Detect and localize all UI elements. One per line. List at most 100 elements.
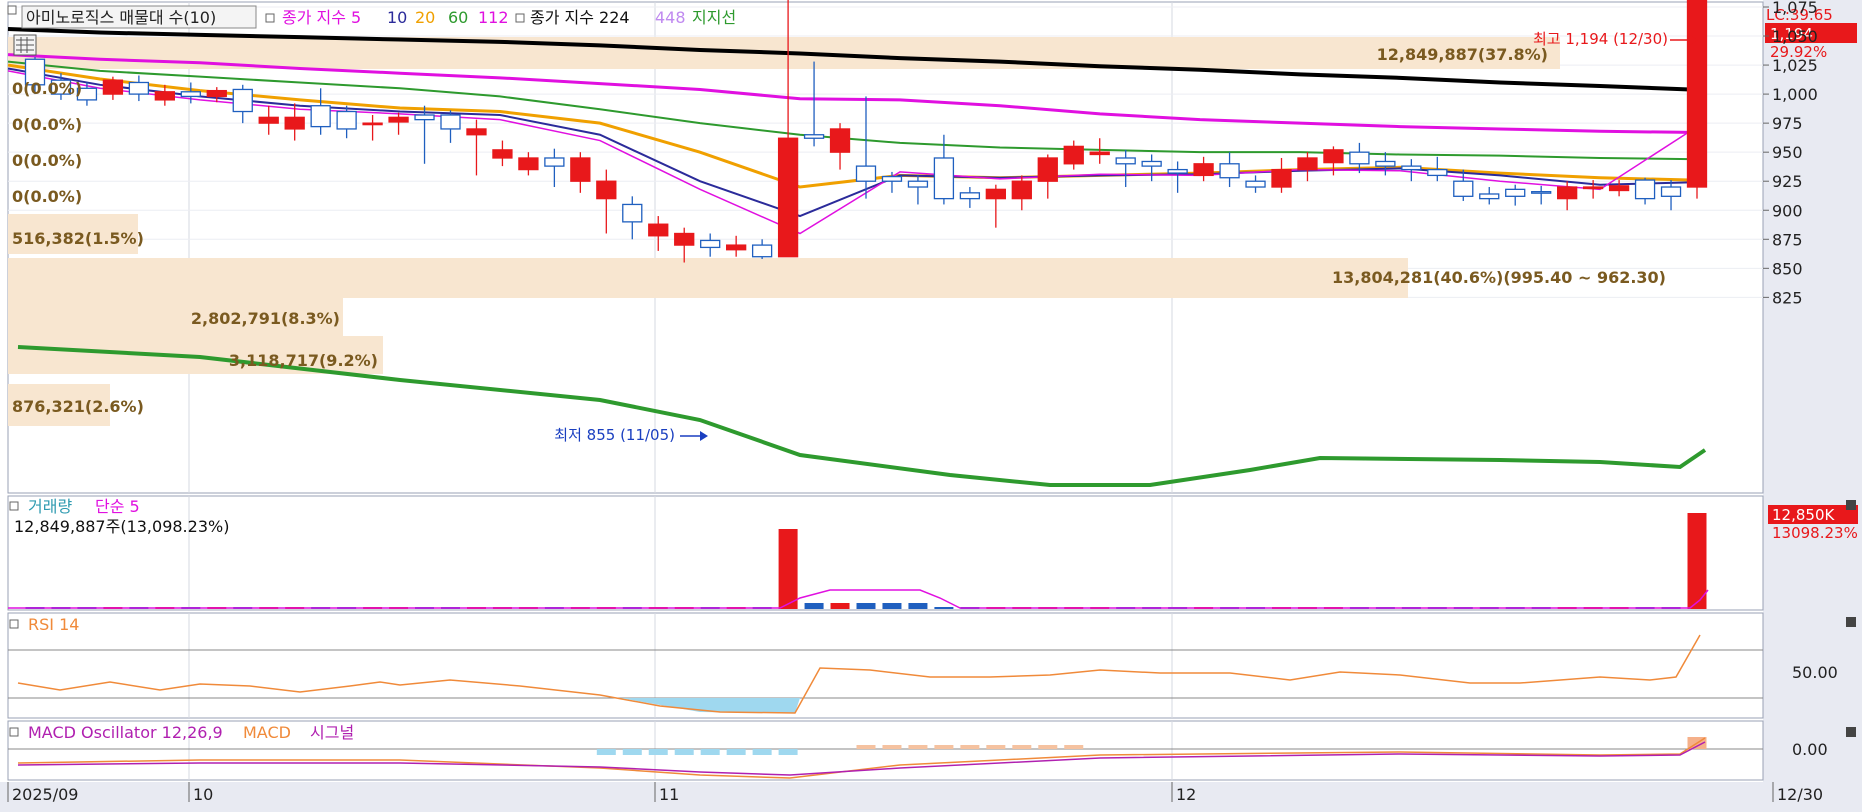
candlestick[interactable] <box>1141 160 1162 167</box>
price-tick-label: 1,075 <box>1772 0 1818 17</box>
candlestick[interactable] <box>985 188 1006 200</box>
close-pane-icon[interactable] <box>1846 617 1856 627</box>
candlestick[interactable] <box>1063 145 1084 165</box>
candlestick[interactable] <box>1660 186 1682 197</box>
candlestick[interactable] <box>1219 163 1240 179</box>
ma448-legend-label: 448 <box>655 8 686 27</box>
candlestick[interactable] <box>1193 163 1214 177</box>
candlestick[interactable] <box>1427 168 1448 177</box>
candlestick[interactable] <box>1375 160 1396 167</box>
candlestick[interactable] <box>466 128 487 136</box>
candlestick[interactable] <box>128 81 150 95</box>
ma-period-label: 10 <box>387 8 407 27</box>
volume-profile-label: 13,804,281(40.6%)(995.40 ~ 962.30) <box>1332 268 1666 287</box>
candlestick[interactable] <box>777 137 799 258</box>
close-pane-icon[interactable] <box>1846 727 1856 737</box>
candlestick[interactable] <box>180 91 201 98</box>
volume-value: 12,849,887주(13,098.23%) <box>14 517 229 536</box>
candlestick[interactable] <box>933 157 955 200</box>
stock-chart[interactable]: 12,849,887(37.8%) 0(0.0%) 0(0.0%) 0(0.0%) 0(… <box>0 0 1862 812</box>
candlestick[interactable] <box>1115 157 1136 165</box>
legend-marker-icon <box>9 619 19 629</box>
candlestick[interactable] <box>1349 151 1370 165</box>
candlestick[interactable] <box>1297 157 1318 171</box>
volume-bar[interactable] <box>804 603 824 609</box>
volume-profile-label: 876,321(2.6%) <box>12 397 144 416</box>
price-tick-label: 950 <box>1772 143 1803 162</box>
candlestick[interactable] <box>1608 185 1630 192</box>
rsi-legend-name: RSI 14 <box>28 615 79 634</box>
volume-profile-label: 0(0.0%) <box>12 79 82 98</box>
price-tick-label: 1,000 <box>1772 85 1818 104</box>
macd-osc-bar <box>648 749 668 755</box>
volume-axis-value: 12,850K <box>1772 506 1835 524</box>
candlestick[interactable] <box>1557 186 1578 200</box>
macd-osc-bar <box>908 745 928 749</box>
candlestick[interactable] <box>674 232 695 246</box>
macd-legend-signal: 시그널 <box>310 723 354 742</box>
volume-bar[interactable] <box>830 603 850 609</box>
candlestick[interactable] <box>310 105 331 128</box>
candlestick[interactable] <box>544 157 565 167</box>
candlestick[interactable] <box>1271 168 1292 188</box>
candlestick[interactable] <box>829 128 851 153</box>
candlestick[interactable] <box>1037 157 1058 182</box>
candlestick[interactable] <box>388 116 409 123</box>
candlestick[interactable] <box>1453 180 1474 197</box>
candlestick[interactable] <box>102 79 124 95</box>
candlestick[interactable] <box>1479 193 1500 200</box>
candlestick[interactable] <box>803 134 825 139</box>
candlestick[interactable] <box>1531 191 1552 194</box>
volume-bar[interactable] <box>908 603 928 609</box>
macd-osc-bar <box>856 745 876 749</box>
candlestick[interactable] <box>622 203 643 223</box>
volume-bar[interactable] <box>882 603 902 609</box>
macd-osc-bar <box>674 749 694 755</box>
candlestick[interactable] <box>1323 149 1344 164</box>
ma-period-label: 20 <box>415 8 435 27</box>
volume-bar[interactable] <box>778 529 798 609</box>
close-pane-icon[interactable] <box>1846 500 1856 510</box>
candlestick[interactable] <box>232 88 253 113</box>
candlestick[interactable] <box>648 223 669 237</box>
candlestick[interactable] <box>258 116 279 124</box>
candlestick[interactable] <box>1505 188 1526 197</box>
candlestick[interactable] <box>440 114 461 130</box>
candlestick[interactable] <box>881 175 903 182</box>
price-tick-label: 900 <box>1772 201 1803 220</box>
candlestick[interactable] <box>1582 186 1604 190</box>
macd-osc-bar <box>1012 745 1032 749</box>
candlestick[interactable] <box>596 180 617 200</box>
candlestick[interactable] <box>492 149 513 159</box>
candlestick[interactable] <box>284 116 305 130</box>
date-label: 2025/09 <box>12 785 78 804</box>
candlestick[interactable] <box>726 244 747 251</box>
price-tick-label: 850 <box>1772 259 1803 278</box>
candlestick[interactable] <box>570 157 591 182</box>
candlestick[interactable] <box>518 157 539 171</box>
candlestick[interactable] <box>362 122 383 126</box>
candlestick[interactable] <box>700 239 721 249</box>
volume-bar[interactable] <box>934 607 954 609</box>
candlestick[interactable] <box>1089 151 1110 156</box>
candlestick[interactable] <box>1634 179 1656 200</box>
candlestick[interactable] <box>1401 165 1422 171</box>
candlestick[interactable] <box>1245 180 1266 188</box>
candlestick[interactable] <box>959 192 981 200</box>
candlestick[interactable] <box>414 114 435 121</box>
candlestick[interactable] <box>1167 168 1188 174</box>
macd-osc-bar <box>934 745 954 749</box>
volume-bar[interactable] <box>856 603 876 609</box>
candlestick[interactable] <box>206 89 227 98</box>
candlestick[interactable] <box>1686 0 1708 188</box>
volume-profile-label: 2,802,791(8.3%) <box>191 309 340 328</box>
date-label: 11 <box>659 785 679 804</box>
candlestick[interactable] <box>336 110 357 130</box>
candlestick[interactable] <box>154 91 175 101</box>
macd-osc-bar <box>882 745 902 749</box>
candlestick[interactable] <box>855 165 877 182</box>
candlestick[interactable] <box>751 244 773 258</box>
macd-osc-bar <box>752 749 772 755</box>
candlestick[interactable] <box>1011 180 1032 200</box>
candlestick[interactable] <box>907 180 929 188</box>
